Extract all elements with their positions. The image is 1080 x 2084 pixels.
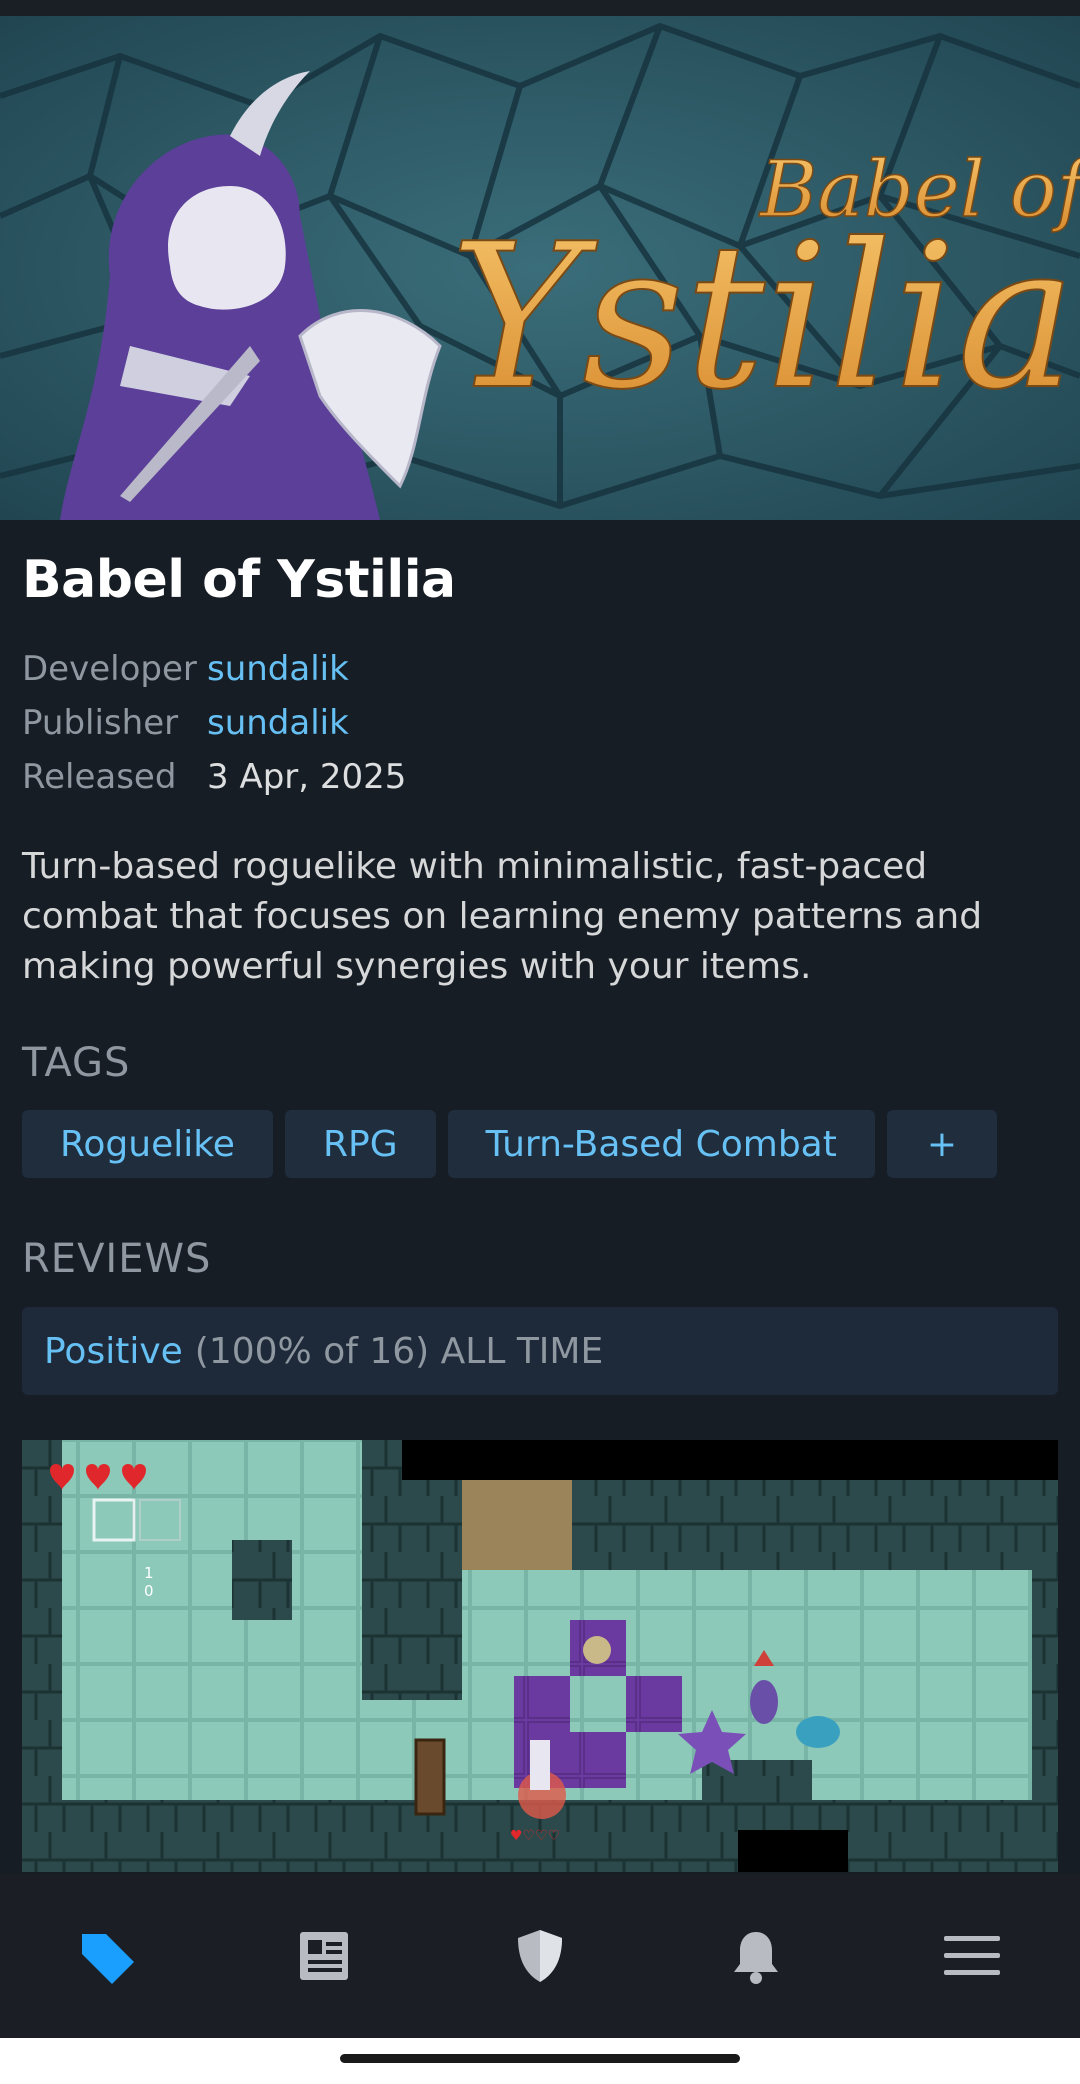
nav-menu[interactable] <box>912 1896 1032 2016</box>
meta-publisher: Publisher sundalik <box>22 696 1022 750</box>
tags-heading: TAGS <box>22 1040 131 1086</box>
game-screenshot[interactable]: 1 0 ♥♡♡♡ <box>22 1440 1058 1872</box>
svg-text:♥♡♡♡: ♥♡♡♡ <box>510 1828 560 1844</box>
more-tags-button[interactable]: + <box>886 1110 998 1178</box>
developer-link[interactable]: sundalik <box>207 649 349 689</box>
meta-label: Developer <box>22 649 197 689</box>
hud-shield: 0 <box>144 1582 154 1600</box>
tag-rpg[interactable]: RPG <box>284 1110 436 1178</box>
tag-turn-based-combat[interactable]: Turn-Based Combat <box>447 1110 875 1178</box>
status-bar <box>0 0 1080 16</box>
meta-released: Released 3 Apr, 2025 <box>22 750 1022 804</box>
hero-logo-big: Ystilia <box>450 201 1076 434</box>
game-description: Turn-based roguelike with minimalistic, … <box>22 846 983 987</box>
screenshot-image: 1 0 ♥♡♡♡ <box>22 1440 1058 1872</box>
home-indicator[interactable] <box>340 2054 740 2063</box>
news-icon <box>300 1932 348 1980</box>
review-rating: Positive <box>44 1330 183 1372</box>
reviews-heading: REVIEWS <box>22 1236 212 1282</box>
meta-developer: Developer sundalik <box>22 642 1022 696</box>
hero-artwork: Babel of Ystilia <box>0 16 1080 520</box>
bell-icon <box>734 1932 778 1984</box>
bottom-navigation <box>0 1874 1080 2038</box>
nav-notifications[interactable] <box>696 1896 816 2016</box>
hud-attack: 1 <box>144 1564 154 1582</box>
hero-banner[interactable]: Babel of Ystilia <box>0 16 1080 520</box>
home-indicator-area <box>0 2038 1080 2084</box>
nav-store[interactable] <box>48 1896 168 2016</box>
tag-icon <box>82 1934 134 1984</box>
review-summary[interactable]: Positive (100% of 16) ALL TIME <box>22 1307 1058 1395</box>
menu-icon <box>944 1936 1000 1975</box>
nav-news[interactable] <box>264 1896 384 2016</box>
tag-roguelike[interactable]: Roguelike <box>22 1110 273 1178</box>
review-detail: (100% of 16) ALL TIME <box>194 1330 604 1372</box>
meta-label: Publisher <box>22 703 179 743</box>
shield-icon <box>518 1930 562 1982</box>
game-meta: Developer sundalik Publisher sundalik Re… <box>22 642 1022 804</box>
game-title: Babel of Ystilia <box>22 550 456 610</box>
meta-label: Released <box>22 757 177 797</box>
publisher-link[interactable]: sundalik <box>207 703 349 743</box>
nav-guard[interactable] <box>480 1896 600 2016</box>
tag-list: Roguelike RPG Turn-Based Combat + <box>22 1110 998 1178</box>
release-date: 3 Apr, 2025 <box>207 757 407 797</box>
